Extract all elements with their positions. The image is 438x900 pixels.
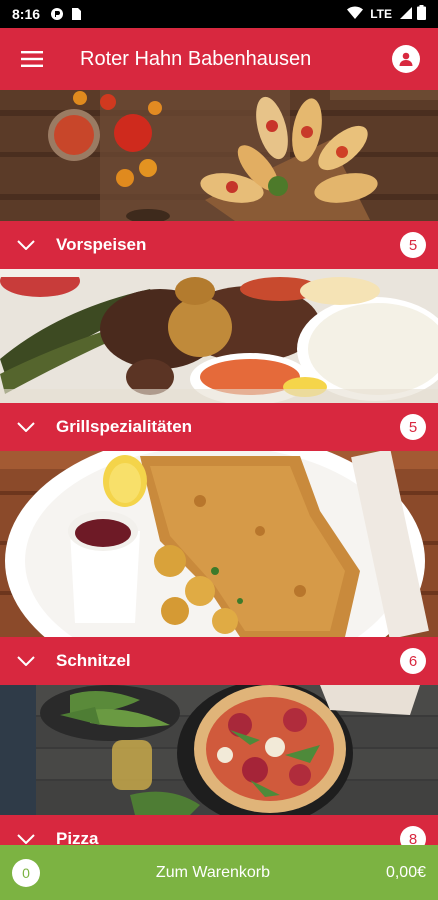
category-label: Vorspeisen <box>56 235 147 254</box>
chevron-down-icon <box>17 834 35 844</box>
category-count-badge: 6 <box>400 648 426 674</box>
signal-app-icon <box>50 7 64 21</box>
category-header-grillspezialitaeten[interactable]: Grillspezialitäten 5 <box>0 403 438 451</box>
sim-card-icon <box>70 7 84 21</box>
pizza-photo <box>0 685 438 815</box>
chevron-down-icon <box>17 422 35 432</box>
wifi-icon <box>347 5 364 23</box>
cart-count-badge: 0 <box>12 858 40 887</box>
category-list[interactable]: Vorspeisen 5 Grillspezialitäten 5 Schnit… <box>0 90 438 845</box>
cell-signal-icon <box>399 6 413 23</box>
category-count-badge: 5 <box>400 232 426 258</box>
category-label: Schnitzel <box>56 651 131 670</box>
category-image-grill[interactable] <box>0 269 438 403</box>
category-label: Pizza <box>56 829 99 845</box>
account-button[interactable] <box>374 28 438 90</box>
account-icon <box>392 45 420 73</box>
category-header-schnitzel[interactable]: Schnitzel 6 <box>0 637 438 685</box>
category-count-badge: 8 <box>400 826 426 845</box>
app-bar: Roter Hahn Babenhausen <box>0 28 438 90</box>
chevron-down-icon <box>17 656 35 666</box>
cart-bar[interactable]: 0 Zum Warenkorb 0,00€ <box>0 845 438 900</box>
battery-icon <box>417 5 426 23</box>
cart-label: Zum Warenkorb <box>155 863 271 881</box>
category-count-badge: 5 <box>400 414 426 440</box>
page-title: Roter Hahn Babenhausen <box>80 47 312 70</box>
chevron-down-icon <box>17 240 35 250</box>
vorspeisen-photo <box>0 90 438 221</box>
status-time: 8:16 <box>12 6 41 22</box>
schnitzel-photo <box>0 451 438 637</box>
menu-button[interactable] <box>0 28 64 90</box>
status-bar: 8:16 LTE <box>0 0 438 28</box>
network-type: LTE <box>370 7 392 21</box>
hamburger-menu-icon <box>21 51 43 67</box>
category-image-schnitzel[interactable] <box>0 451 438 637</box>
category-header-pizza[interactable]: Pizza 8 <box>0 815 438 845</box>
category-header-vorspeisen[interactable]: Vorspeisen 5 <box>0 221 438 269</box>
grill-photo <box>0 269 438 403</box>
category-image-pizza[interactable] <box>0 685 438 815</box>
category-label: Grillspezialitäten <box>56 417 193 436</box>
status-indicators: LTE <box>347 5 426 23</box>
cart-total: 0,00€ <box>385 863 426 881</box>
category-image-vorspeisen[interactable] <box>0 90 438 221</box>
